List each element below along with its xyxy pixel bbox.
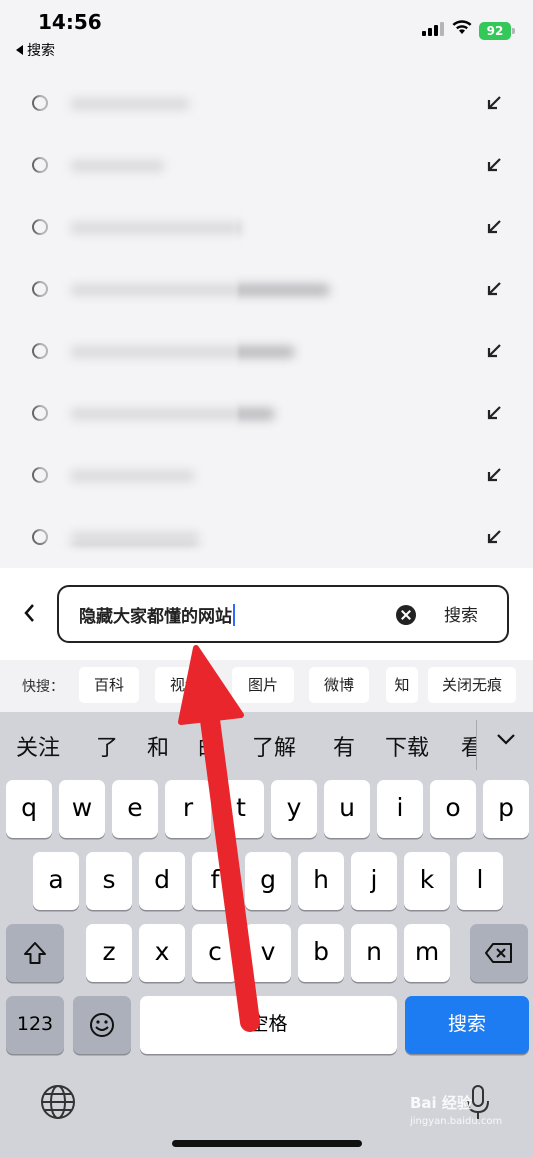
search-history-list (0, 70, 533, 568)
key-c[interactable]: c (192, 924, 238, 982)
key-x[interactable]: x (139, 924, 185, 982)
key-u[interactable]: u (324, 780, 370, 838)
key-a[interactable]: a (33, 852, 79, 910)
chip-images[interactable]: 图片 (232, 667, 294, 703)
candidate-word[interactable]: 看 (461, 730, 476, 762)
chip-zhihu[interactable]: 知 (386, 667, 418, 703)
fill-arrow-icon[interactable] (484, 93, 504, 113)
candidate-word[interactable]: 和 (147, 730, 169, 762)
home-indicator (172, 1140, 362, 1147)
fill-arrow-icon[interactable] (484, 217, 504, 237)
key-t[interactable]: t (218, 780, 264, 838)
key-z[interactable]: z (86, 924, 132, 982)
key-v[interactable]: v (245, 924, 291, 982)
quick-search-bar: 快搜： 百科 视频 图片 微博 知 关闭无痕 (0, 660, 533, 712)
key-w[interactable]: w (59, 780, 105, 838)
screen: 14:56 搜索 92 隐藏大家都懂的网站 搜索 快搜： 百科 视频 图片 微博… (0, 0, 533, 1157)
battery-level: 92 (486, 24, 504, 38)
chevron-down-icon[interactable] (496, 732, 516, 746)
backspace-icon (485, 943, 512, 963)
fill-arrow-icon[interactable] (484, 527, 504, 547)
candidate-word[interactable]: 了解 (252, 730, 296, 762)
clear-icon[interactable] (396, 605, 416, 625)
shift-key[interactable] (6, 924, 64, 982)
candidate-word[interactable]: 关注 (16, 730, 60, 762)
key-l[interactable]: l (457, 852, 503, 910)
back-to-app-link[interactable]: 搜索 (16, 40, 55, 60)
key-m[interactable]: m (404, 924, 450, 982)
keyboard: 关注 了 和 的 了解 有 下载 看 q w e r t y u i o p a… (0, 712, 533, 1157)
candidate-word[interactable]: 了 (96, 730, 118, 762)
key-q[interactable]: q (6, 780, 52, 838)
key-b[interactable]: b (298, 924, 344, 982)
key-f[interactable]: f (192, 852, 238, 910)
emoji-icon (90, 1013, 114, 1037)
search-return-key[interactable]: 搜索 (405, 996, 529, 1054)
candidate-word[interactable]: 的 (198, 730, 220, 762)
key-h[interactable]: h (298, 852, 344, 910)
fill-arrow-icon[interactable] (484, 155, 504, 175)
key-r[interactable]: r (165, 780, 211, 838)
key-k[interactable]: k (404, 852, 450, 910)
back-triangle-icon (16, 45, 23, 55)
shift-icon (24, 942, 46, 964)
fill-arrow-icon[interactable] (484, 341, 504, 361)
watermark-brand: Bai 经验 (410, 1094, 472, 1112)
watermark-url: jingyan.baidu.com (410, 1116, 503, 1127)
status-bar: 14:56 搜索 92 (0, 0, 533, 70)
space-key[interactable]: 空格 (140, 996, 397, 1054)
wifi-icon (452, 20, 472, 34)
chip-video[interactable]: 视频 (155, 667, 215, 703)
key-y[interactable]: y (271, 780, 317, 838)
fill-arrow-icon[interactable] (484, 403, 504, 423)
key-j[interactable]: j (351, 852, 397, 910)
search-bar: 隐藏大家都懂的网站 搜索 (0, 568, 533, 660)
cellular-signal-icon (422, 22, 444, 36)
numbers-key[interactable]: 123 (6, 996, 64, 1054)
key-p[interactable]: p (483, 780, 529, 838)
fill-arrow-icon[interactable] (484, 465, 504, 485)
search-button[interactable]: 搜索 (444, 601, 478, 626)
search-input[interactable]: 隐藏大家都懂的网站 搜索 (57, 585, 509, 643)
key-d[interactable]: d (139, 852, 185, 910)
emoji-key[interactable] (73, 996, 131, 1054)
candidate-word[interactable]: 下载 (385, 730, 429, 762)
key-s[interactable]: s (86, 852, 132, 910)
close-incognito-button[interactable]: 关闭无痕 (428, 667, 516, 703)
search-query-text: 隐藏大家都懂的网站 (79, 607, 232, 627)
privacy-blur-overlay (38, 78, 238, 543)
key-i[interactable]: i (377, 780, 423, 838)
chip-baike[interactable]: 百科 (79, 667, 139, 703)
key-g[interactable]: g (245, 852, 291, 910)
back-chevron-icon[interactable] (18, 598, 40, 628)
text-caret (233, 604, 235, 626)
back-app-label: 搜索 (27, 43, 55, 59)
globe-icon[interactable] (40, 1084, 76, 1120)
status-time: 14:56 (38, 10, 102, 34)
key-e[interactable]: e (112, 780, 158, 838)
quick-search-label: 快搜： (22, 679, 64, 695)
key-n[interactable]: n (351, 924, 397, 982)
delete-key[interactable] (470, 924, 528, 982)
chip-weibo[interactable]: 微博 (309, 667, 369, 703)
candidate-divider (476, 720, 477, 770)
candidate-bar: 关注 了 和 的 了解 有 下载 看 (0, 712, 533, 774)
fill-arrow-icon[interactable] (484, 279, 504, 299)
key-o[interactable]: o (430, 780, 476, 838)
candidate-word[interactable]: 有 (333, 730, 355, 762)
battery-indicator: 92 (479, 22, 515, 40)
